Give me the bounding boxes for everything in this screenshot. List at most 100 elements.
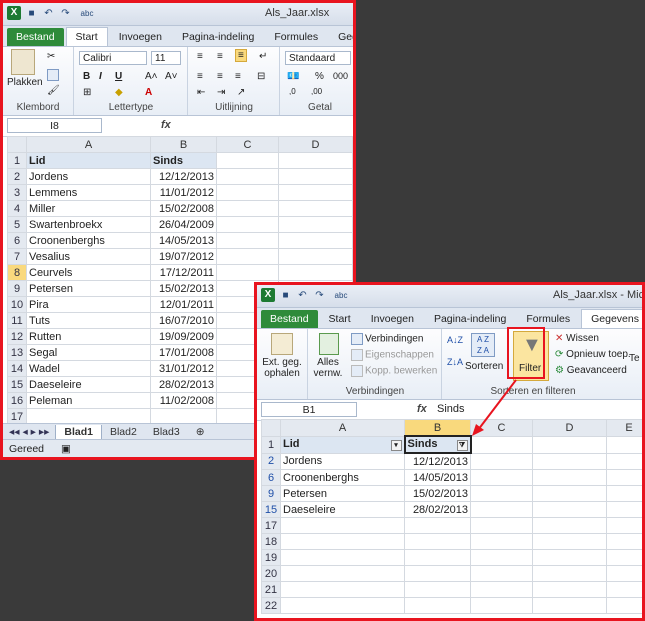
- row-header[interactable]: 2: [7, 168, 27, 185]
- font-size-combo[interactable]: 11: [151, 51, 181, 65]
- cell-b[interactable]: Sinds: [150, 152, 217, 169]
- copy-icon[interactable]: [47, 69, 61, 81]
- cell-empty[interactable]: [470, 469, 533, 486]
- tab-pagina-indeling[interactable]: Pagina-indeling: [425, 310, 515, 328]
- percent-icon[interactable]: %: [315, 71, 324, 82]
- advanced-filter-button[interactable]: ⚙ Geavanceerd: [555, 365, 627, 376]
- cell-a[interactable]: Croonenberghs: [26, 232, 151, 249]
- cell-empty[interactable]: [216, 248, 279, 265]
- cell-a[interactable]: Lemmens: [26, 184, 151, 201]
- sheet-tab-blad3[interactable]: Blad3: [145, 425, 188, 439]
- cell-b[interactable]: 26/04/2009: [150, 216, 217, 233]
- sort-za-icon[interactable]: Z↓A: [447, 357, 463, 367]
- row-header[interactable]: 16: [7, 392, 27, 409]
- paste-icon[interactable]: [11, 49, 35, 75]
- fx-icon[interactable]: fx: [417, 403, 427, 415]
- fx-icon[interactable]: fx: [161, 119, 171, 131]
- row-header[interactable]: 15: [7, 376, 27, 393]
- cell-empty[interactable]: [606, 565, 642, 582]
- fill-color-icon[interactable]: ◆: [115, 87, 123, 98]
- cell-empty[interactable]: [216, 216, 279, 233]
- cell-a[interactable]: Daeseleire: [26, 376, 151, 393]
- row-header[interactable]: 15: [261, 501, 281, 518]
- cell-b[interactable]: 11/01/2012: [150, 184, 217, 201]
- align-right-icon[interactable]: ≡: [235, 71, 241, 82]
- cell-a[interactable]: Miller: [26, 200, 151, 217]
- cell-b[interactable]: 14/05/2013: [404, 469, 471, 486]
- cell-empty[interactable]: [278, 248, 353, 265]
- col-header-c[interactable]: C: [216, 136, 279, 153]
- connections-button[interactable]: Verbindingen: [351, 333, 423, 345]
- cell-empty[interactable]: [470, 501, 533, 518]
- cell-b[interactable]: [404, 597, 471, 614]
- cell-empty[interactable]: [606, 469, 642, 486]
- cell-b[interactable]: 19/09/2009: [150, 328, 217, 345]
- cell-a[interactable]: Petersen: [280, 485, 405, 502]
- cell-empty[interactable]: [470, 581, 533, 598]
- col-header-a[interactable]: A: [26, 136, 151, 153]
- refresh-all-icon[interactable]: [319, 333, 339, 355]
- row-header[interactable]: 6: [261, 469, 281, 486]
- tab-bestand[interactable]: Bestand: [261, 310, 318, 328]
- cell-empty[interactable]: [532, 565, 607, 582]
- reapply-button[interactable]: ⟳ Opnieuw toep.: [555, 349, 631, 360]
- cell-empty[interactable]: [470, 533, 533, 550]
- cell-empty[interactable]: [532, 581, 607, 598]
- select-all-corner[interactable]: [7, 136, 27, 153]
- borders-icon[interactable]: ⊞: [83, 87, 91, 98]
- row-header[interactable]: 4: [7, 200, 27, 217]
- cell-b[interactable]: 17/01/2008: [150, 344, 217, 361]
- row-header[interactable]: 21: [261, 581, 281, 598]
- cell-empty[interactable]: [606, 597, 642, 614]
- row-header[interactable]: 10: [7, 296, 27, 313]
- tab-formules[interactable]: Formules: [517, 310, 579, 328]
- row-header[interactable]: 14: [7, 360, 27, 377]
- underline-button[interactable]: U: [115, 71, 122, 82]
- cell-a[interactable]: [280, 549, 405, 566]
- cell-empty[interactable]: [470, 485, 533, 502]
- col-header-b[interactable]: B: [404, 419, 471, 437]
- cell-b[interactable]: 15/02/2013: [150, 280, 217, 297]
- cell-b[interactable]: [404, 581, 471, 598]
- align-center-icon[interactable]: ≡: [217, 71, 223, 82]
- tab-gegevens[interactable]: Gegevens: [329, 28, 353, 46]
- row-header[interactable]: 7: [7, 248, 27, 265]
- cell-b[interactable]: 17/12/2011: [150, 264, 217, 281]
- tab-gegevens[interactable]: Gegevens: [581, 309, 642, 328]
- cell-a[interactable]: Segal: [26, 344, 151, 361]
- name-box[interactable]: B1: [261, 402, 357, 417]
- save-icon[interactable]: ■: [25, 7, 38, 20]
- sort-dialog-icon[interactable]: A ZZ A: [471, 333, 495, 357]
- cell-a[interactable]: [280, 597, 405, 614]
- text-to-columns-button[interactable]: Te ko: [629, 353, 642, 364]
- row-header[interactable]: 17: [261, 517, 281, 534]
- indent-decrease-icon[interactable]: ⇤: [197, 87, 205, 98]
- cell-b[interactable]: [404, 549, 471, 566]
- undo-icon[interactable]: ↶: [296, 289, 309, 302]
- col-header-d[interactable]: D: [532, 419, 607, 437]
- cell-a[interactable]: Jordens: [280, 452, 405, 470]
- properties-button[interactable]: Eigenschappen: [351, 349, 434, 361]
- worksheet-grid[interactable]: A B C D E 1 Lid ▾ Sinds ⧩ 2 Jordens 12/12/2013 6…: [261, 419, 642, 614]
- paste-button[interactable]: Plakken: [7, 77, 43, 88]
- redo-icon[interactable]: ↷: [313, 289, 326, 302]
- thousands-icon[interactable]: 000: [333, 71, 348, 81]
- cell-a[interactable]: [280, 533, 405, 550]
- cell-empty[interactable]: [532, 533, 607, 550]
- save-icon[interactable]: ■: [279, 289, 292, 302]
- macro-record-icon[interactable]: ▣: [61, 443, 71, 455]
- cell-empty[interactable]: [278, 168, 353, 185]
- row-header[interactable]: 2: [261, 452, 281, 470]
- tab-formules[interactable]: Formules: [265, 28, 327, 46]
- cell-a[interactable]: Petersen: [26, 280, 151, 297]
- row-header[interactable]: 1: [7, 152, 27, 169]
- indent-increase-icon[interactable]: ⇥: [217, 87, 225, 98]
- cell-empty[interactable]: [532, 597, 607, 614]
- cell-b[interactable]: 11/02/2008: [150, 392, 217, 409]
- cell-a[interactable]: [280, 565, 405, 582]
- cell-empty[interactable]: [606, 452, 642, 470]
- cell-empty[interactable]: [532, 485, 607, 502]
- row-header[interactable]: 9: [261, 485, 281, 502]
- cell-a[interactable]: Wadel: [26, 360, 151, 377]
- cell-b[interactable]: 31/01/2012: [150, 360, 217, 377]
